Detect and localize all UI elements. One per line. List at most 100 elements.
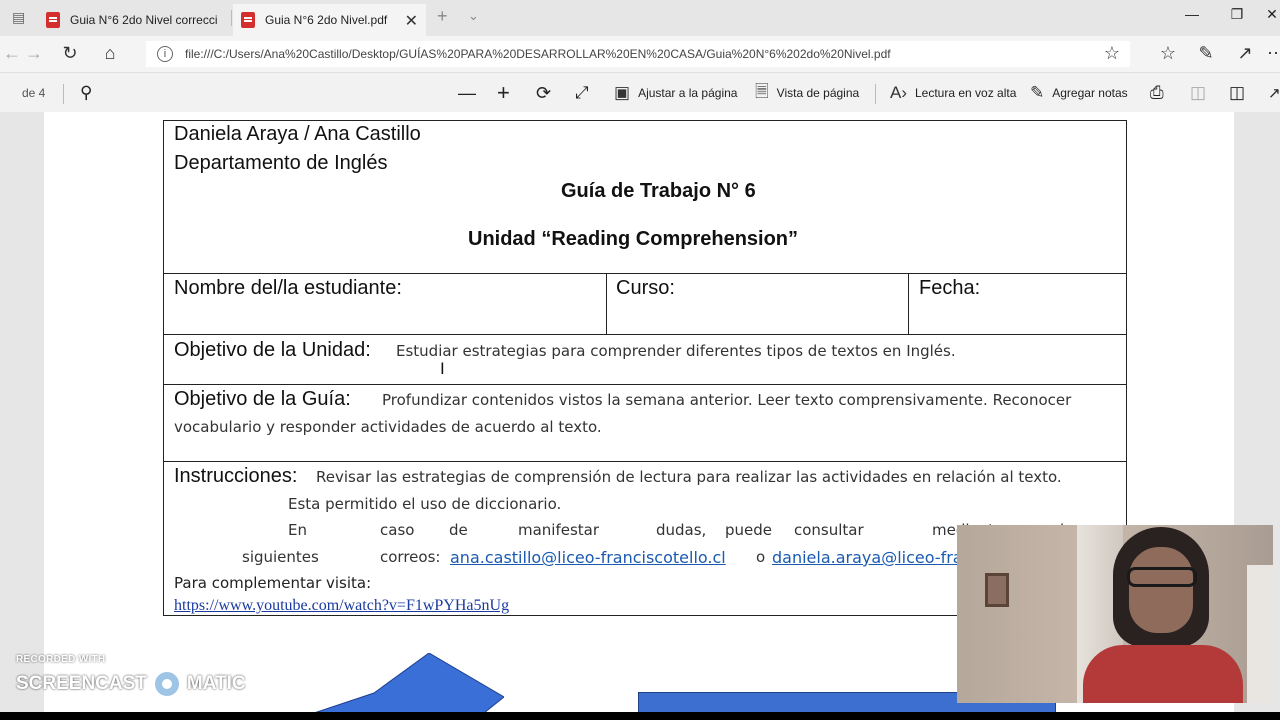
toolbar-separator	[63, 84, 64, 104]
new-tab-icon[interactable]: +	[437, 6, 448, 27]
read-aloud-button[interactable]: A› Lectura en voz alta	[890, 73, 1016, 113]
pdf-toolbar: de 4 ⚲ — + ⟳ ⤢ ▣ Ajustar a la página 🗏 V…	[0, 72, 1280, 112]
page-view-label: Vista de página	[776, 86, 860, 100]
pen-icon[interactable]: ✎	[1194, 43, 1218, 64]
read-aloud-label: Lectura en voz alta	[915, 86, 1017, 100]
rotate-icon[interactable]: ⟳	[536, 73, 551, 113]
table-rule	[908, 273, 909, 334]
complement-label: Para complementar visita:	[174, 574, 372, 592]
save-as-icon[interactable]: ◫	[1229, 73, 1245, 113]
instructions-word: En	[288, 521, 307, 539]
email-link-ana[interactable]: ana.castillo@liceo-franciscotello.cl	[450, 548, 726, 567]
table-rule	[606, 273, 607, 334]
fit-page-button[interactable]: ▣ Ajustar a la página	[614, 73, 737, 113]
address-bar[interactable]: i file:///C:/Users/Ana%20Castillo/Deskto…	[146, 41, 1130, 67]
watermark-left-text: SCREENCAST	[16, 673, 147, 694]
add-notes-icon: ✎	[1030, 83, 1045, 102]
minimize-button[interactable]: —	[1177, 6, 1207, 22]
webcam-overlay	[957, 525, 1273, 703]
blue-arrow-graphic	[315, 653, 504, 712]
unit-title: Unidad “Reading Comprehension”	[468, 228, 799, 250]
info-icon[interactable]: i	[157, 46, 173, 62]
guide-objective-label: Objetivo de la Guía:	[174, 388, 351, 410]
guide-title: Guía de Trabajo N° 6	[561, 180, 756, 202]
course-label: Curso:	[616, 277, 675, 299]
instructions-correos: correos:	[380, 548, 441, 566]
presenter-glasses	[1127, 567, 1197, 587]
share-icon[interactable]: ↗	[1233, 43, 1257, 64]
fit-page-icon: ▣	[614, 83, 631, 102]
close-tab-icon[interactable]: ✕	[405, 11, 418, 31]
instructions-word: consultar	[794, 521, 864, 539]
instructions-word: de	[449, 521, 468, 539]
fullscreen-icon[interactable]: ⤢	[575, 73, 589, 113]
instructions-line-4-prefix: siguientes	[242, 548, 319, 566]
pdf-file-icon	[46, 12, 60, 28]
presenter-body	[1083, 645, 1243, 703]
navigation-bar: ← → ↻ ⌂ i file:///C:/Users/Ana%20Castill…	[0, 36, 1280, 72]
more-icon[interactable]: ⋯	[1264, 43, 1280, 64]
pin-toolbar-icon[interactable]: ↗	[1268, 73, 1280, 113]
print-icon[interactable]: ⎙	[1150, 73, 1164, 113]
tab-bar: ▤ Guia N°6 2do Nivel correcci Guia N°6 2…	[0, 0, 1280, 36]
picture-frame	[985, 573, 1009, 607]
guide-objective-line-1: Profundizar contenidos vistos la semana …	[382, 391, 1072, 409]
tab-title: Guia N°6 2do Nivel correcci	[70, 13, 218, 27]
zoom-in-icon[interactable]: +	[497, 73, 510, 113]
tab-preview-chevron-icon[interactable]: ⌄	[468, 8, 479, 24]
close-window-button[interactable]: ✕	[1257, 6, 1280, 23]
search-icon[interactable]: ⚲	[80, 73, 92, 113]
home-icon[interactable]: ⌂	[98, 43, 122, 64]
back-icon[interactable]: ←	[0, 43, 24, 64]
presenter-face	[1129, 547, 1193, 633]
presenter	[1083, 527, 1243, 703]
unit-objective-label: Objetivo de la Unidad:	[174, 339, 371, 361]
student-name-label: Nombre del/la estudiante:	[174, 277, 402, 299]
table-rule	[164, 384, 1126, 385]
refresh-icon[interactable]: ↻	[58, 43, 82, 64]
fit-page-label: Ajustar a la página	[638, 86, 738, 100]
tab-guia-correccion[interactable]: Guia N°6 2do Nivel correcci	[38, 4, 230, 36]
tab-guia-pdf[interactable]: Guia N°6 2do Nivel.pdf ✕	[233, 4, 426, 36]
instructions-word: dudas,	[656, 521, 707, 539]
restore-button[interactable]: ❐	[1222, 6, 1252, 23]
pdf-file-icon	[241, 12, 255, 28]
guide-objective-line-2: vocabulario y responder actividades de a…	[174, 418, 602, 436]
add-notes-label: Agregar notas	[1052, 86, 1128, 100]
instructions-line-1: Revisar las estrategias de comprensión d…	[316, 468, 1062, 486]
authors: Daniela Araya / Ana Castillo	[174, 123, 421, 145]
tab-list-icon[interactable]: ▤	[12, 9, 25, 26]
table-rule	[164, 273, 1126, 274]
add-notes-button[interactable]: ✎ Agregar notas	[1030, 73, 1128, 113]
email-or: o	[756, 548, 766, 566]
watermark-right-text: MATIC	[186, 673, 246, 694]
favorite-star-icon[interactable]: ☆	[1100, 43, 1124, 64]
side-wall	[1247, 565, 1273, 703]
watermark-top-text: RECORDED WITH	[16, 654, 106, 665]
page-view-icon: 🗏	[755, 81, 769, 101]
tab-title: Guia N°6 2do Nivel.pdf	[265, 13, 388, 27]
forward-icon[interactable]: →	[22, 43, 46, 64]
youtube-link[interactable]: https://www.youtube.com/watch?v=F1wPYHa5…	[174, 597, 509, 615]
screencast-watermark: RECORDED WITH SCREENCAST MATIC	[16, 654, 246, 700]
department: Departamento de Inglés	[174, 152, 388, 174]
date-label: Fecha:	[919, 277, 981, 299]
watermark-main: SCREENCAST MATIC	[16, 668, 246, 700]
unit-objective-text: Estudiar estrategias para comprender dif…	[396, 342, 956, 360]
table-rule	[164, 461, 1126, 462]
table-rule	[164, 334, 1126, 335]
page-count: de 4	[22, 86, 46, 100]
favorites-list-icon[interactable]: ☆	[1156, 43, 1180, 64]
zoom-out-icon[interactable]: —	[458, 73, 476, 113]
tab-separator	[231, 10, 232, 26]
save-icon[interactable]: ◫	[1190, 73, 1206, 113]
toolbar-separator	[875, 84, 876, 104]
url-text[interactable]: file:///C:/Users/Ana%20Castillo/Desktop/…	[185, 47, 1085, 61]
instructions-word: manifestar	[518, 521, 600, 539]
instructions-label: Instrucciones:	[174, 465, 298, 487]
screencast-logo-icon	[150, 668, 183, 700]
page-view-button[interactable]: 🗏 Vista de página	[755, 73, 859, 113]
read-aloud-icon: A›	[890, 83, 907, 102]
instructions-line-2: Esta permitido el uso de diccionario.	[288, 495, 562, 513]
instructions-word: caso	[380, 521, 415, 539]
